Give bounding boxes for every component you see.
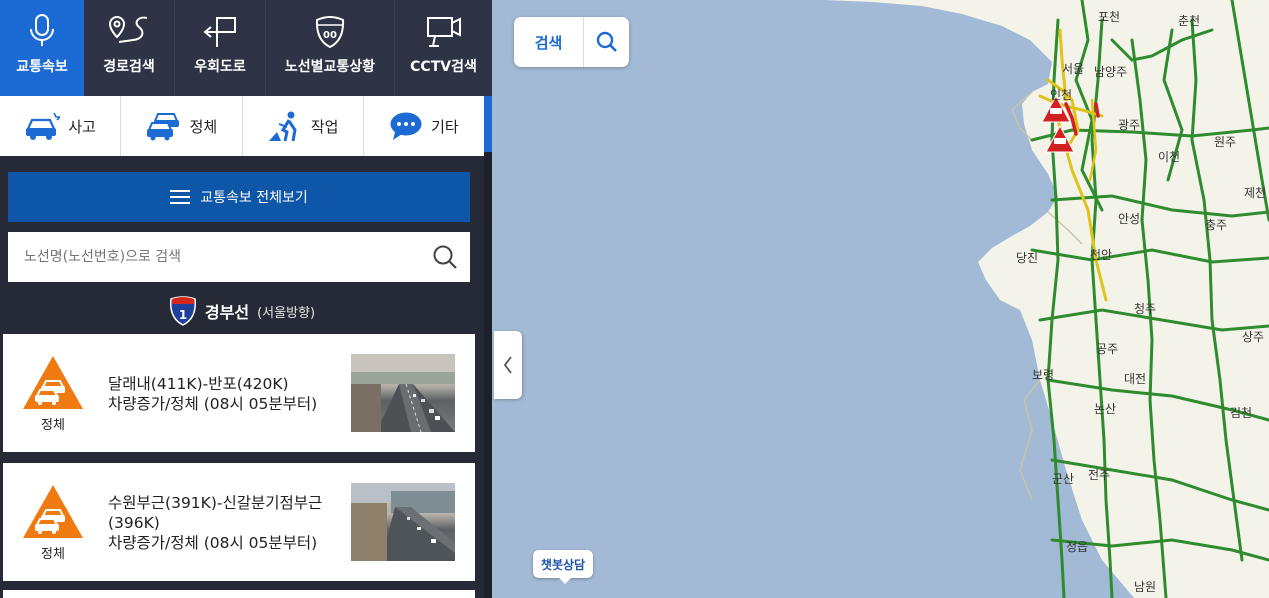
city-label: 전주 xyxy=(1088,468,1111,482)
city-label: 포천 xyxy=(1098,10,1121,24)
route-icon xyxy=(108,15,148,43)
city-label: 남양주 xyxy=(1094,65,1128,79)
road-work-icon xyxy=(268,111,297,142)
category-road-work[interactable]: 작업 xyxy=(243,96,364,156)
city-label: 이천 xyxy=(1158,150,1181,164)
incident-type-badge: 정체 xyxy=(21,483,85,562)
tab-label: 우회도로 xyxy=(194,59,246,75)
incident-card[interactable]: 정체 달래내(411K)-반포(420K) 차량증가/정체 (08시 05분부터… xyxy=(3,334,475,452)
category-label: 작업 xyxy=(310,117,339,136)
city-label: 상주 xyxy=(1242,330,1265,344)
incident-status: 차량증가/정체 (08시 05분부터) xyxy=(108,534,318,552)
road-camera-image xyxy=(351,483,455,561)
top-navigation: 교통속보 경로검색 우회도로 00 노선별교통상황 CCTV검색 xyxy=(0,0,492,96)
view-all-label: 교통속보 전체보기 xyxy=(200,190,308,206)
incident-type-label: 정체 xyxy=(41,418,65,433)
tab-route-traffic[interactable]: 00 노선별교통상황 xyxy=(266,0,395,96)
route-number: 1 xyxy=(179,308,187,322)
svg-text:00: 00 xyxy=(323,30,337,41)
search-icon xyxy=(596,31,617,52)
city-label: 원주 xyxy=(1214,135,1237,149)
sidebar: 교통속보 경로검색 우회도로 00 노선별교통상황 CCTV검색 사고 정체 작… xyxy=(0,0,492,598)
incident-type-badge: 정체 xyxy=(21,354,85,433)
city-label: 청주 xyxy=(1134,302,1157,316)
city-label: 안성 xyxy=(1118,212,1141,226)
city-label: 제천 xyxy=(1244,186,1267,200)
category-filter-bar: 사고 정체 작업 기타 xyxy=(0,96,484,156)
category-label: 정체 xyxy=(189,117,218,136)
incident-card[interactable] xyxy=(3,590,475,598)
chatbot-button[interactable]: 챗봇상담 xyxy=(533,550,593,584)
highway-shield-icon: 00 xyxy=(315,16,345,48)
scrollbar-track[interactable] xyxy=(484,152,492,598)
tab-label: 경로검색 xyxy=(103,59,155,75)
route-search-input[interactable] xyxy=(8,248,420,266)
incident-type-label: 정체 xyxy=(41,547,65,562)
cctv-thumbnail[interactable] xyxy=(351,354,455,432)
map-search-button[interactable] xyxy=(584,17,629,67)
view-all-traffic-news-button[interactable]: 교통속보 전체보기 xyxy=(8,172,470,222)
cctv-icon xyxy=(426,17,461,47)
city-label: 군산 xyxy=(1052,472,1075,486)
scrollbar-thumb[interactable] xyxy=(484,96,492,152)
city-label: 인천 xyxy=(1050,88,1073,102)
search-icon xyxy=(433,245,457,269)
chat-bubble-icon xyxy=(390,112,422,140)
map-search-label[interactable]: 검색 xyxy=(514,17,584,67)
city-label: 서울 xyxy=(1062,62,1085,76)
category-label: 기타 xyxy=(431,117,459,136)
detour-icon xyxy=(203,17,236,47)
city-label: 정읍 xyxy=(1066,540,1089,554)
incident-location: 수원부근(391K)-신갈분기점부근(396K) xyxy=(108,494,323,532)
incident-card[interactable]: 정체 수원부근(391K)-신갈분기점부근(396K) 차량증가/정체 (08시… xyxy=(3,463,475,581)
congestion-warning-icon xyxy=(23,356,83,409)
category-accident[interactable]: 사고 xyxy=(0,96,122,156)
tab-traffic-news[interactable]: 교통속보 xyxy=(0,0,84,96)
tab-label: CCTV검색 xyxy=(410,59,477,75)
city-label: 천안 xyxy=(1090,248,1113,262)
search-button[interactable] xyxy=(420,232,470,282)
incident-text: 달래내(411K)-반포(420K) 차량증가/정체 (08시 05분부터) xyxy=(108,374,338,414)
tab-cctv-search[interactable]: CCTV검색 xyxy=(395,0,492,96)
incident-location: 달래내(411K)-반포(420K) xyxy=(108,375,289,393)
route-search-box xyxy=(8,232,470,282)
congestion-cars-icon xyxy=(146,113,179,141)
tab-label: 노선별교통상황 xyxy=(284,59,376,75)
incident-text: 수원부근(391K)-신갈분기점부근(396K) 차량증가/정체 (08시 05… xyxy=(108,493,338,553)
tab-detour[interactable]: 우회도로 xyxy=(175,0,266,96)
route-direction: (서울방향) xyxy=(257,305,316,321)
incident-status: 차량증가/정체 (08시 05분부터) xyxy=(108,395,318,413)
city-label: 대전 xyxy=(1124,372,1147,386)
road-camera-image xyxy=(351,354,455,432)
city-label: 공주 xyxy=(1096,342,1119,356)
route-name: 경부선 xyxy=(204,303,250,322)
city-label: 논산 xyxy=(1094,402,1117,416)
city-label: 춘천 xyxy=(1178,14,1201,28)
tab-label: 교통속보 xyxy=(16,59,68,75)
category-congestion[interactable]: 정체 xyxy=(121,96,243,156)
tab-route-search[interactable]: 경로검색 xyxy=(84,0,175,96)
cctv-thumbnail[interactable] xyxy=(351,483,455,561)
traffic-map[interactable] xyxy=(492,0,1269,598)
city-label: 김천 xyxy=(1230,406,1253,420)
city-label: 광주 xyxy=(1118,118,1141,132)
collapse-sidebar-button[interactable] xyxy=(494,331,522,399)
route-shield-icon: 1 xyxy=(169,296,196,326)
city-label: 충주 xyxy=(1205,218,1228,232)
accident-car-icon xyxy=(26,112,61,140)
chevron-left-icon xyxy=(503,356,512,374)
congestion-warning-icon xyxy=(23,485,83,538)
microphone-icon xyxy=(30,14,54,46)
city-label: 당진 xyxy=(1016,251,1039,265)
city-label: 보령 xyxy=(1032,368,1055,382)
category-other[interactable]: 기타 xyxy=(364,96,484,156)
city-label: 남원 xyxy=(1134,580,1157,594)
map-search-widget: 검색 xyxy=(514,17,629,67)
menu-icon xyxy=(170,190,191,204)
route-heading: 1 경부선 (서울방향) xyxy=(0,296,484,326)
category-label: 사고 xyxy=(68,117,96,136)
